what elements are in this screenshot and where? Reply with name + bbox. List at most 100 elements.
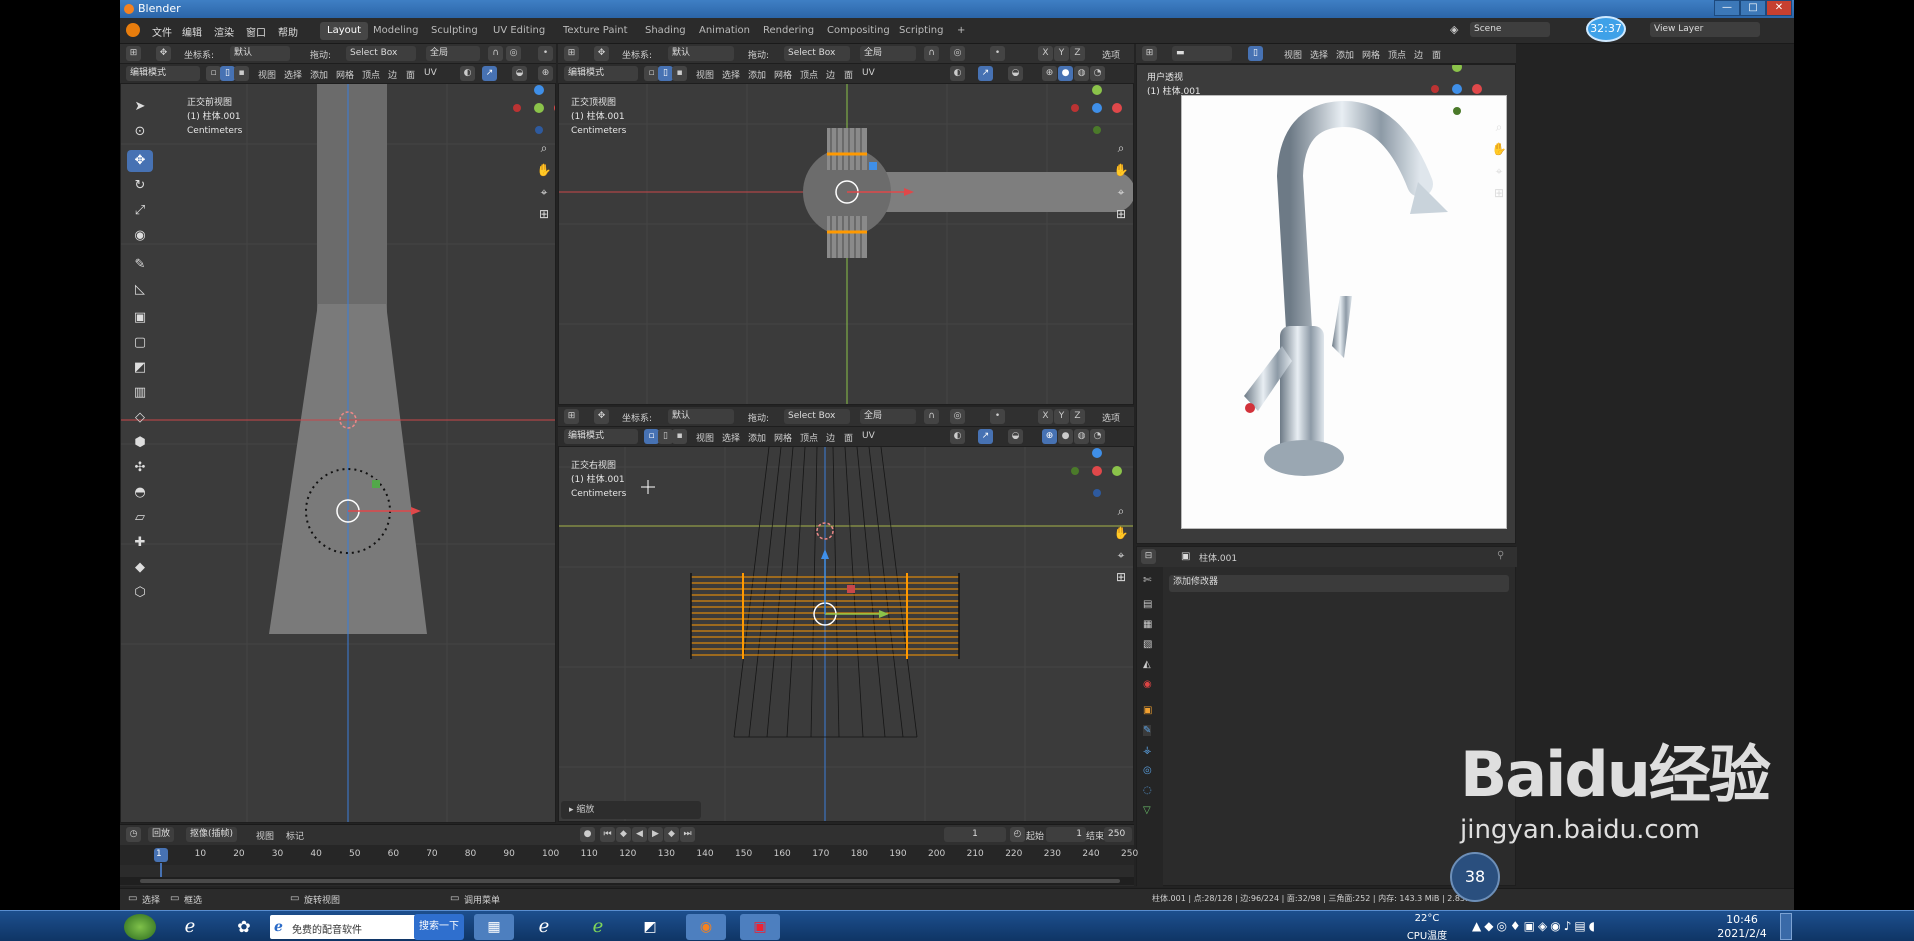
menu-vertex[interactable]: 顶点 [800, 68, 818, 81]
last-operator-panel[interactable]: ▸ 缩放 [561, 801, 701, 819]
pan-icon[interactable]: ✋ [1111, 160, 1131, 180]
keying-menu[interactable]: 抠像(插帧) [186, 827, 238, 842]
menu-face[interactable]: 面 [1432, 48, 1441, 61]
smooth-tool-icon[interactable]: ◓ [127, 482, 153, 504]
menu-render[interactable]: 渲染 [214, 24, 234, 39]
mode-dropdown[interactable]: 编辑模式 [564, 66, 638, 81]
pivot-dropdown[interactable]: 全局 [860, 409, 916, 424]
view-options-icon[interactable]: ◐ [950, 66, 965, 81]
menu-vertex[interactable]: 顶点 [800, 431, 818, 444]
data-tab-icon[interactable]: ▽ [1143, 805, 1151, 816]
menu-file[interactable]: 文件 [152, 24, 172, 39]
menu-uv[interactable]: UV [862, 68, 875, 78]
measure-tool-icon[interactable]: ◺ [127, 279, 153, 301]
show-desktop-button[interactable] [1780, 913, 1792, 940]
vertex-select-icon[interactable]: ▫ [644, 66, 659, 81]
menu-face[interactable]: 面 [406, 68, 415, 81]
menu-select[interactable]: 选择 [722, 431, 740, 444]
scene-tab-icon[interactable]: ◭ [1143, 659, 1151, 670]
tab-sculpting[interactable]: Sculpting [424, 22, 485, 40]
poly-build-tool-icon[interactable]: ⬢ [127, 432, 153, 454]
explorer-icon[interactable]: ▦ [474, 914, 514, 940]
scrollbar-thumb[interactable] [140, 879, 1120, 883]
top-axis-gizmo[interactable] [1069, 84, 1129, 144]
modifier-tab-icon[interactable]: ✎ [1143, 725, 1152, 736]
axis-z-toggle[interactable]: Z [1070, 46, 1085, 61]
menu-view[interactable]: 视图 [258, 68, 276, 81]
editor-type-icon[interactable]: ⊟ [1141, 549, 1156, 564]
menu-view[interactable]: 视图 [696, 68, 714, 81]
play-reverse-button[interactable]: ◀ [632, 827, 647, 842]
solid-shading-icon[interactable]: ● [1058, 429, 1073, 444]
overlay-toggle-icon[interactable]: ◒ [1008, 429, 1023, 444]
overlay-toggle-icon[interactable]: ◒ [1008, 66, 1023, 81]
right-axis-gizmo[interactable] [1069, 447, 1129, 507]
ie-taskbar-icon[interactable]: ℯ [524, 914, 564, 940]
camera-icon[interactable]: ⌖ [1111, 182, 1131, 202]
user-axis-gizmo[interactable] [1427, 65, 1487, 125]
scene-selector[interactable]: Scene [1470, 22, 1550, 37]
blender-taskbar-icon[interactable]: ◉ [686, 914, 726, 940]
tray-icons[interactable]: ▲◆◎♦▣◈◉♪▤◖ [1472, 919, 1598, 933]
transform-tool-icon[interactable]: ◉ [127, 225, 153, 247]
overlay-dot-icon[interactable]: • [538, 46, 553, 61]
render-shading-icon[interactable]: ◔ [1090, 66, 1105, 81]
snap-icon[interactable]: ∩ [924, 409, 939, 424]
jump-start-button[interactable]: ⏮ [600, 827, 615, 842]
axis-x-toggle[interactable]: X [1038, 409, 1053, 424]
xray-toggle-icon[interactable]: ⊕ [538, 66, 553, 81]
recorder-taskbar-icon[interactable]: ▣ [740, 914, 780, 940]
pan-icon[interactable]: ✋ [534, 160, 554, 180]
front-axis-gizmo[interactable] [511, 84, 556, 144]
pin-icon[interactable]: ⚲ [1497, 550, 1504, 561]
menu-view[interactable]: 视图 [1284, 48, 1302, 61]
coord-dropdown[interactable]: 默认 [668, 409, 734, 424]
menu-add[interactable]: 添加 [310, 68, 328, 81]
menu-select[interactable]: 选择 [722, 68, 740, 81]
current-frame-field[interactable]: 1 [944, 827, 1006, 842]
wireframe-shading-icon[interactable]: ⊕ [1042, 429, 1057, 444]
menu-view[interactable]: 视图 [696, 431, 714, 444]
pivot-dropdown[interactable]: 全局 [860, 46, 916, 61]
tab-animation[interactable]: Animation [692, 22, 757, 40]
mode-dropdown[interactable]: 编辑模式 [564, 429, 638, 444]
editor-type-icon[interactable]: ⊞ [564, 46, 579, 61]
tab-texture-paint[interactable]: Texture Paint [556, 22, 635, 40]
menu-add[interactable]: 添加 [748, 431, 766, 444]
add-modifier-dropdown[interactable]: 添加修改器 [1169, 575, 1509, 592]
menu-edge[interactable]: 边 [826, 431, 835, 444]
spin-tool-icon[interactable]: ✣ [127, 457, 153, 479]
start-frame-field[interactable]: 1 [1046, 827, 1086, 842]
jump-end-button[interactable]: ⏭ [680, 827, 695, 842]
knife-tool-icon[interactable]: ◇ [127, 407, 153, 429]
timeline-scrollbar[interactable] [120, 877, 1134, 885]
editor-type-icon[interactable]: ⊞ [564, 409, 579, 424]
pan-icon[interactable]: ✋ [1111, 523, 1131, 543]
mode-dropdown[interactable]: 编辑模式 [126, 66, 200, 81]
output-tab-icon[interactable]: ▦ [1143, 619, 1152, 630]
inset-tool-icon[interactable]: ▢ [127, 332, 153, 354]
edge-select-icon[interactable]: ▯ [1248, 46, 1263, 61]
editor-type-icon[interactable]: ⊞ [126, 46, 141, 61]
zoom-icon[interactable]: ⌕ [1489, 117, 1509, 137]
maximize-button[interactable]: □ [1740, 0, 1766, 16]
transform-gizmo-icon[interactable]: ✥ [594, 409, 609, 424]
axis-y-toggle[interactable]: Y [1054, 409, 1069, 424]
right-viewport[interactable]: 正交右视图 (1) 柱体.001 Centimeters ⌕ ✋ ⌖ ⊞ ▸ 缩… [558, 446, 1134, 822]
next-keyframe-button[interactable]: ◆ [664, 827, 679, 842]
menu-select[interactable]: 选择 [284, 68, 302, 81]
view-layer-selector[interactable]: View Layer [1650, 22, 1760, 37]
axis-z-toggle[interactable]: Z [1070, 409, 1085, 424]
camera-icon[interactable]: ⌖ [1111, 545, 1131, 565]
physics-tab-icon[interactable]: ◎ [1143, 765, 1152, 776]
proportional-icon[interactable]: ◎ [950, 409, 965, 424]
move-tool-icon[interactable]: ✥ [127, 150, 153, 172]
menu-face[interactable]: 面 [844, 431, 853, 444]
app-icon[interactable]: ◩ [630, 914, 670, 940]
transform-gizmo-icon[interactable]: ✥ [594, 46, 609, 61]
record-button[interactable]: ● [580, 827, 595, 842]
qq-icon[interactable]: ✿ [228, 914, 260, 940]
zoom-icon[interactable]: ⌕ [1111, 501, 1131, 521]
snap-icon[interactable]: ∩ [488, 46, 503, 61]
tab-layout[interactable]: Layout [320, 22, 368, 40]
